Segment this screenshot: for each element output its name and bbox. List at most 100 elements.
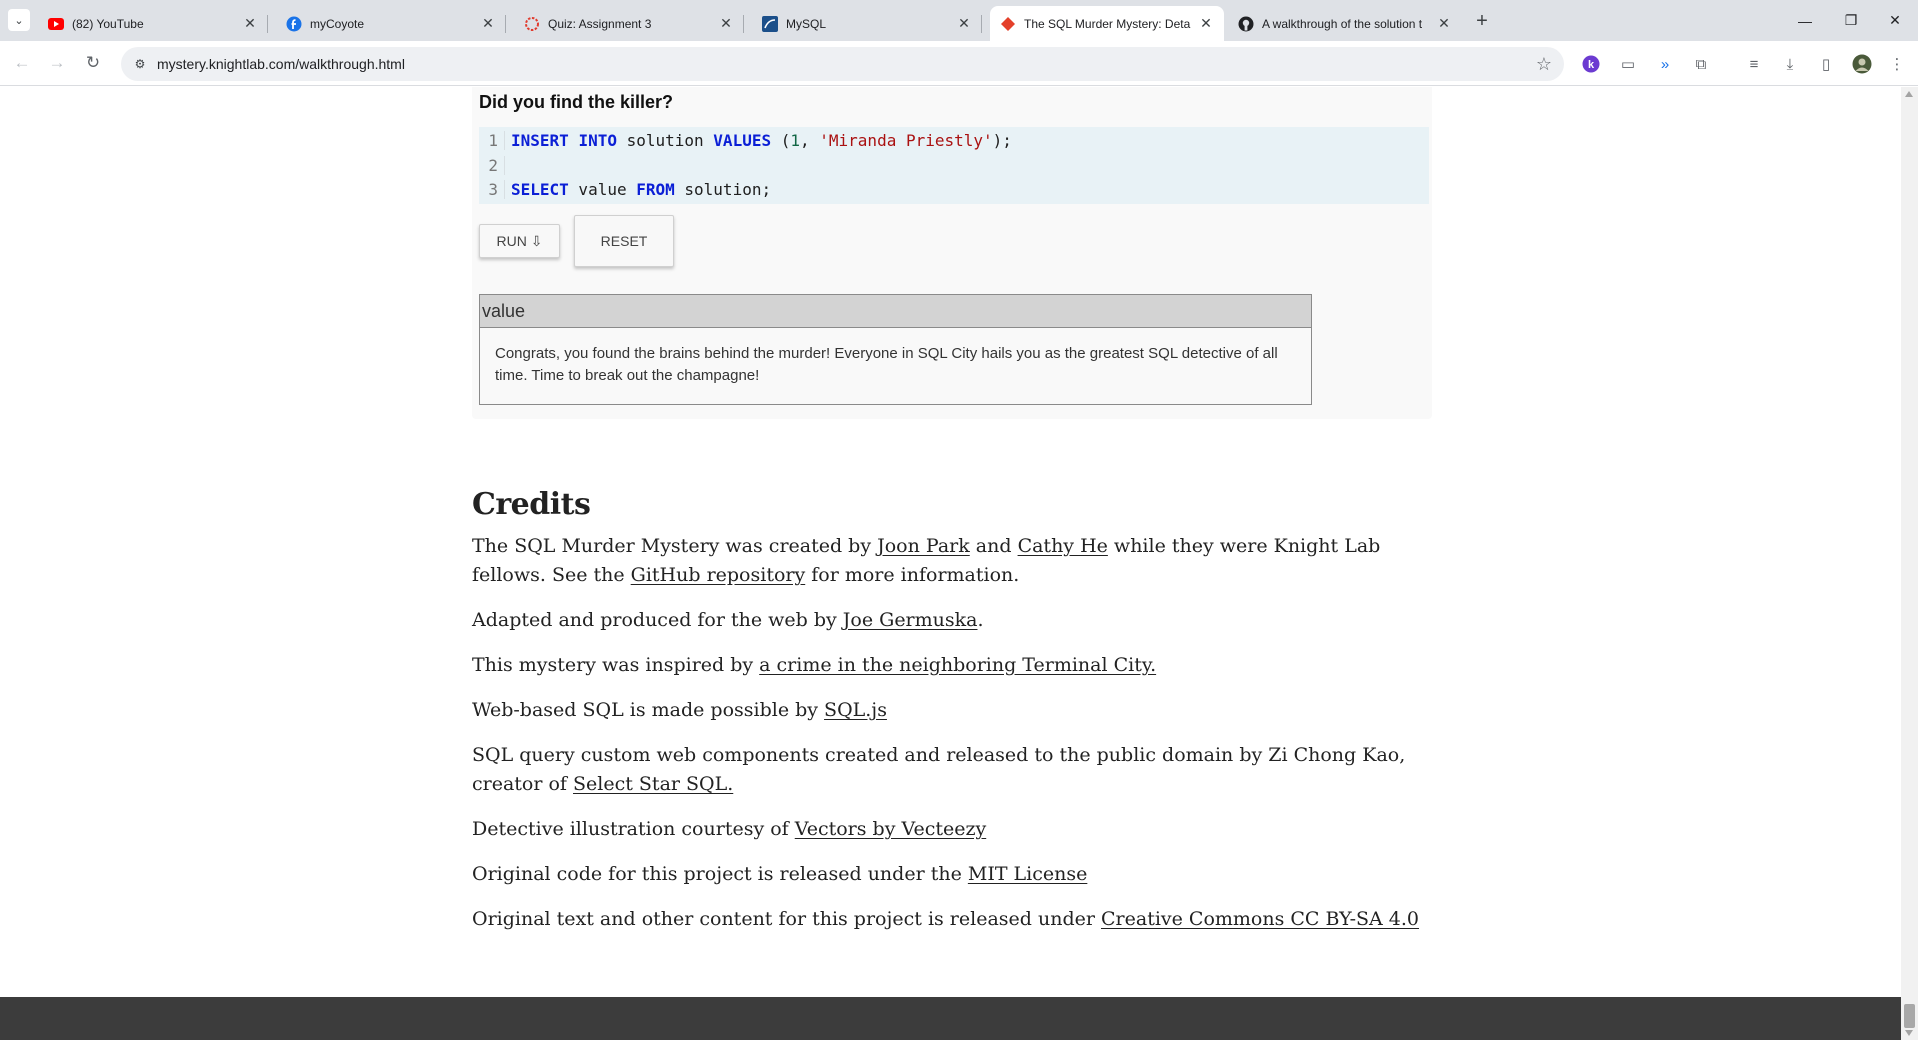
knightlab-icon <box>1000 16 1016 32</box>
exercise-heading: Did you find the killer? <box>479 92 674 112</box>
back-button[interactable]: ← <box>10 51 34 75</box>
close-icon[interactable]: ✕ <box>480 15 496 32</box>
credits-paragraph: Detective illustration courtesy of Vecto… <box>472 815 1432 844</box>
sql-editor[interactable]: 1 INSERT INTO solution VALUES (1, 'Miran… <box>479 127 1429 204</box>
address-bar[interactable]: ⚙ mystery.knightlab.com/walkthrough.html… <box>121 47 1564 81</box>
close-icon[interactable]: ✕ <box>718 15 734 32</box>
credits-paragraph: Original code for this project is releas… <box>472 860 1432 889</box>
close-icon: ✕ <box>1889 12 1901 28</box>
github-icon <box>1238 16 1254 32</box>
code-line: 2 <box>479 154 511 176</box>
chevron-down-icon: ⌄ <box>14 14 24 27</box>
tab-title: (82) YouTube <box>72 16 144 31</box>
link-creative-commons[interactable]: Creative Commons CC BY-SA 4.0 <box>1101 908 1419 930</box>
credits-text: and <box>969 535 1018 557</box>
credits-paragraph: This mystery was inspired by a crime in … <box>472 651 1432 680</box>
more-menu-icon[interactable]: ⋮ <box>1886 53 1908 75</box>
tab-github-walkthrough[interactable]: A walkthrough of the solution t ✕ <box>1228 6 1462 41</box>
tab-search-button[interactable]: ⌄ <box>8 9 30 31</box>
new-tab-button[interactable]: + <box>1470 9 1494 33</box>
credits-text: Web-based SQL is made possible by <box>472 699 825 721</box>
run-button[interactable]: RUN ⇩ <box>479 224 560 258</box>
credits-section: Credits The SQL Murder Mystery was creat… <box>472 487 1432 950</box>
minimize-icon: — <box>1798 12 1812 29</box>
avatar[interactable] <box>1851 53 1873 75</box>
credits-paragraph: Adapted and produced for the web by Joe … <box>472 606 1432 635</box>
site-info-icon[interactable]: ⚙ <box>131 55 149 73</box>
link-cathy-he[interactable]: Cathy He <box>1018 535 1108 557</box>
credits-paragraph: SQL query custom web components created … <box>472 741 1432 799</box>
svg-text:k: k <box>1588 59 1595 71</box>
restore-icon: ❐ <box>1844 12 1858 28</box>
credits-title: Credits <box>472 487 591 522</box>
minimize-button[interactable]: — <box>1782 0 1828 41</box>
forward-button[interactable]: → <box>45 51 69 75</box>
media-queue-icon[interactable]: ≡ <box>1743 53 1765 75</box>
restore-button[interactable]: ❐ <box>1828 0 1874 41</box>
tab-title: A walkthrough of the solution t <box>1262 16 1423 31</box>
tab-youtube[interactable]: (82) YouTube ✕ <box>38 6 268 41</box>
tab-quiz-assignment[interactable]: Quiz: Assignment 3 ✕ <box>514 6 744 41</box>
download-icon[interactable]: ⤓ <box>1779 53 1801 75</box>
cast-icon[interactable]: ▭ <box>1617 53 1639 75</box>
mysql-icon <box>762 15 778 32</box>
close-icon[interactable]: ✕ <box>1436 15 1452 32</box>
reload-button[interactable]: ↻ <box>81 51 105 75</box>
tab-title: MySQL <box>786 16 827 31</box>
read-aloud-icon[interactable]: » <box>1654 53 1676 75</box>
extension-k-icon[interactable]: k <box>1580 53 1602 75</box>
scroll-up-icon[interactable] <box>1905 91 1913 97</box>
browser-toolbar: ← → ↻ ⚙ mystery.knightlab.com/walkthroug… <box>0 41 1918 86</box>
credits-text: Detective illustration courtesy of <box>472 818 795 840</box>
bookmark-star-icon[interactable]: ☆ <box>1534 54 1554 74</box>
result-table: value Congrats, you found the brains beh… <box>479 294 1312 405</box>
link-vecteezy[interactable]: Vectors by Vecteezy <box>795 818 986 840</box>
credits-text: for more information. <box>805 564 1020 586</box>
link-github-repository[interactable]: GitHub repository <box>631 564 806 586</box>
close-icon[interactable]: ✕ <box>956 15 972 32</box>
credits-paragraph: Original text and other content for this… <box>472 905 1432 934</box>
credits-text: This mystery was inspired by <box>472 654 760 676</box>
link-sqljs[interactable]: SQL.js <box>824 699 887 721</box>
sql-exercise-card: Did you find the killer? 1 INSERT INTO s… <box>472 87 1432 419</box>
url-text[interactable]: mystery.knightlab.com/walkthrough.html <box>157 56 405 72</box>
link-mit-license[interactable]: MIT License <box>968 863 1087 885</box>
credits-text: Original text and other content for this… <box>472 908 1101 930</box>
tab-sql-murder-mystery[interactable]: The SQL Murder Mystery: Deta ✕ <box>990 6 1224 41</box>
vertical-scrollbar[interactable] <box>1901 87 1918 1040</box>
reset-button[interactable]: RESET <box>574 215 674 267</box>
canvas-icon <box>524 16 540 32</box>
credits-paragraph: Web-based SQL is made possible by SQL.js <box>472 696 1432 725</box>
link-select-star-sql[interactable]: Select Star SQL. <box>573 773 733 795</box>
tab-mycoyote[interactable]: myCoyote ✕ <box>276 6 506 41</box>
code-text: SELECT value FROM solution; <box>511 179 772 199</box>
close-icon[interactable]: ✕ <box>1198 15 1214 32</box>
scroll-down-icon[interactable] <box>1905 1030 1913 1036</box>
code-line: 3 SELECT value FROM solution; <box>479 178 771 200</box>
tab-title: Quiz: Assignment 3 <box>548 16 652 31</box>
tab-strip: ⌄ (82) YouTube ✕ myCoyote ✕ Quiz: Assign… <box>0 0 1918 41</box>
credits-text: Adapted and produced for the web by <box>472 609 843 631</box>
arrow-right-icon: → <box>48 53 66 72</box>
arrow-left-icon: ← <box>13 53 31 72</box>
link-joon-park[interactable]: Joon Park <box>877 535 970 557</box>
line-number: 3 <box>479 179 505 199</box>
close-window-button[interactable]: ✕ <box>1872 0 1918 41</box>
result-column-header: value <box>480 295 1311 328</box>
tab-mysql[interactable]: MySQL ✕ <box>752 6 982 41</box>
extensions-puzzle-icon[interactable]: ⧉ <box>1690 53 1712 75</box>
credits-text: Original code for this project is releas… <box>472 863 968 885</box>
tab-title: The SQL Murder Mystery: Deta <box>1024 16 1191 31</box>
result-cell: Congrats, you found the brains behind th… <box>495 345 1278 384</box>
plus-icon: + <box>1476 9 1488 32</box>
credits-text: The SQL Murder Mystery was created by <box>472 535 878 557</box>
link-terminal-city[interactable]: a crime in the neighboring Terminal City… <box>759 654 1156 676</box>
tab-title: myCoyote <box>310 16 365 31</box>
reload-icon: ↻ <box>85 53 101 72</box>
mycoyote-icon <box>286 16 302 32</box>
link-joe-germuska[interactable]: Joe Germuska <box>843 609 978 631</box>
close-icon[interactable]: ✕ <box>242 15 258 32</box>
scrollbar-thumb[interactable] <box>1904 1004 1915 1028</box>
credits-paragraph: The SQL Murder Mystery was created by Jo… <box>472 532 1432 590</box>
side-panel-icon[interactable]: ▯ <box>1815 53 1837 75</box>
